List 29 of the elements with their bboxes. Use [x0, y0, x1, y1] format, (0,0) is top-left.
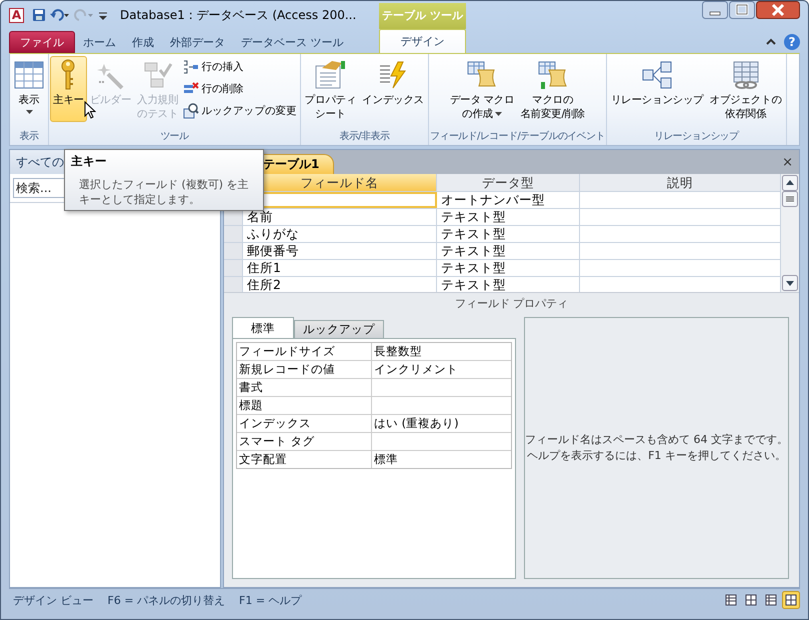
group-label: 表示/非表示 [338, 130, 391, 144]
status-text: F6 = パネルの切り替え [108, 592, 226, 608]
table-cell: テキスト型 [437, 209, 580, 225]
help-text: フィールド名はスペースも含めて 64 文字までです。 ヘルプを表示するには、F1 キーを押してください。 [525, 432, 788, 464]
window-title: Database1 : データベース (Access 200... [120, 6, 356, 24]
property-label: スマート タグ [237, 433, 372, 450]
status-text: F1 = ヘルプ [239, 592, 302, 608]
status-text: デザイン ビュー [13, 592, 94, 608]
property-label: 標題 [237, 397, 372, 414]
app-icon: A [9, 8, 24, 22]
property-label: 文字配置 [237, 451, 372, 468]
table-cell: テキスト型 [437, 226, 580, 242]
group-label: 表示 [18, 130, 40, 144]
group-label: ツール [159, 130, 190, 144]
group-label: リレーションシップ [652, 130, 740, 144]
property-label: インデックス [237, 415, 372, 432]
property-label: 書式 [237, 379, 372, 396]
table-cell: ふりがな [243, 226, 437, 242]
group-label: フィールド/レコード/テーブルのイベント [430, 130, 605, 144]
context-tab-header: テーブル ツール [379, 3, 466, 29]
property-label: フィールドサイズ [237, 343, 372, 360]
table-cell: 住所1 [243, 260, 437, 276]
section-label: フィールド プロパティ [454, 296, 568, 310]
table-cell: テキスト型 [437, 260, 580, 276]
tooltip-title: 主キー [71, 154, 108, 169]
table-cell: オートナンバー型 [437, 192, 580, 208]
property-label: 新規レコードの値 [237, 361, 372, 378]
table-cell: 郵便番号 [243, 243, 437, 259]
table-cell: テキスト型 [437, 243, 580, 259]
